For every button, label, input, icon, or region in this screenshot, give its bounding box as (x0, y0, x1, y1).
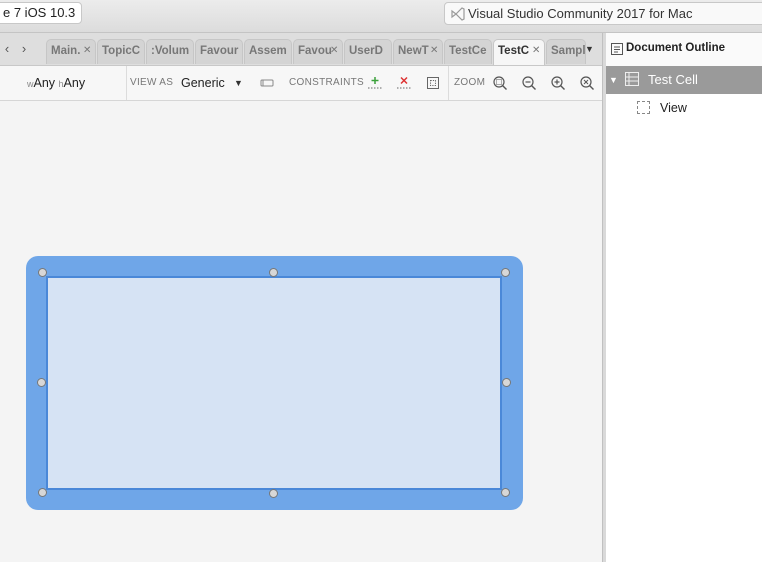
tab-label: TestCe (449, 45, 487, 57)
tab-main[interactable]: Main. ✕ (46, 39, 96, 64)
device-selector-label: e 7 iOS 10.3 (3, 5, 76, 20)
toolbar-divider (448, 66, 449, 100)
tab-user[interactable]: UserD (344, 39, 392, 64)
resize-handle-bottom-right[interactable] (501, 488, 510, 497)
tab-testcell-1[interactable]: TestCe (444, 39, 492, 64)
app-status-bar: Visual Studio Community 2017 for Mac (444, 2, 762, 25)
view-as-value: Generic (181, 76, 225, 90)
tab-overflow-icon[interactable]: ▼ (585, 44, 595, 54)
resize-handle-bottom-left[interactable] (38, 488, 47, 497)
size-class-selector[interactable]: wAny hAny (27, 66, 85, 100)
tab-back-arrow-icon[interactable]: ‹ (0, 41, 14, 57)
chevron-down-icon[interactable]: ▼ (234, 66, 243, 100)
tab-close-icon[interactable]: ✕ (330, 45, 341, 56)
add-constraints-icon[interactable] (367, 75, 383, 91)
tab-favourites[interactable]: Favour (195, 39, 243, 64)
table-cell-icon (625, 72, 639, 86)
designer-toolbar: wAny hAny VIEW AS Generic ▼ CONSTRAINTS … (0, 66, 602, 101)
tab-favourites-2[interactable]: Favou ✕ (293, 39, 343, 64)
tab-label: Main. (51, 45, 81, 57)
document-outline-title: Document Outline (626, 42, 726, 54)
title-bar: e 7 iOS 10.3 Visual Studio Community 201… (0, 0, 762, 33)
zoom-in-icon[interactable] (550, 75, 566, 91)
tab-close-icon[interactable]: ✕ (83, 45, 94, 56)
device-selector[interactable]: e 7 iOS 10.3 (0, 2, 82, 24)
tab-label: Favour (200, 45, 239, 57)
tab-forward-arrow-icon[interactable]: › (17, 41, 31, 57)
size-w-value: Any (33, 76, 56, 90)
constraints-label: CONSTRAINTS (289, 77, 364, 88)
tab-label: Favou (298, 45, 332, 57)
tab-label: :Volum (151, 45, 190, 57)
remove-constraints-icon[interactable] (396, 75, 412, 91)
document-outline-icon (611, 43, 623, 55)
outline-item-view[interactable]: View (606, 95, 762, 121)
resize-handle-top-right[interactable] (501, 268, 510, 277)
resize-handle-top-left[interactable] (38, 268, 47, 277)
toolbar-divider (126, 66, 127, 100)
zoom-out-icon[interactable] (521, 75, 537, 91)
resize-handle-left[interactable] (37, 378, 46, 387)
outline-item-label: Test Cell (648, 72, 698, 87)
resize-handle-bottom[interactable] (269, 489, 278, 498)
zoom-label: ZOOM (454, 77, 486, 88)
tab-testcell-active[interactable]: TestC ✕ (493, 39, 545, 65)
tab-volume[interactable]: :Volum (146, 39, 194, 64)
update-frames-icon[interactable] (425, 75, 441, 91)
tab-sample[interactable]: Sampl (546, 39, 586, 64)
view-as-dropdown[interactable]: Generic (181, 66, 225, 100)
tab-label: TopicC (102, 45, 141, 57)
app-title: Visual Studio Community 2017 for Mac (468, 6, 693, 21)
zoom-actual-size-icon[interactable] (579, 75, 595, 91)
outline-item-test-cell[interactable]: ▼ Test Cell (606, 66, 762, 94)
resize-handle-top[interactable] (269, 268, 278, 277)
document-outline-pane: Document Outline ▼ Test Cell View (606, 33, 762, 562)
tab-new[interactable]: NewT ✕ (393, 39, 443, 64)
tab-close-icon[interactable]: ✕ (532, 45, 543, 56)
tab-label: UserD (349, 45, 383, 57)
device-frame-icon[interactable] (259, 75, 275, 91)
tab-label: NewT (398, 45, 429, 57)
zoom-to-fit-icon[interactable] (492, 75, 508, 91)
tab-assembly[interactable]: Assem (244, 39, 292, 64)
size-h-value: Any (63, 76, 86, 90)
tab-label: TestC (498, 45, 530, 57)
design-canvas[interactable] (0, 101, 602, 562)
tab-close-icon[interactable]: ✕ (430, 45, 441, 56)
visual-studio-logo-icon (451, 7, 465, 21)
disclosure-triangle-icon[interactable]: ▼ (609, 75, 618, 85)
outline-item-label: View (660, 101, 687, 115)
document-tab-bar: ‹ › Main. ✕ TopicC :Volum Favour Assem F… (0, 33, 602, 66)
resize-handle-right[interactable] (502, 378, 511, 387)
document-outline-header: Document Outline (606, 33, 762, 67)
view-icon (637, 101, 650, 114)
tab-label: Assem (249, 45, 287, 57)
view-as-label: VIEW AS (130, 77, 174, 88)
tab-topic[interactable]: TopicC (97, 39, 145, 64)
cell-content-view[interactable] (46, 276, 502, 490)
tab-label: Sampl (551, 45, 586, 57)
